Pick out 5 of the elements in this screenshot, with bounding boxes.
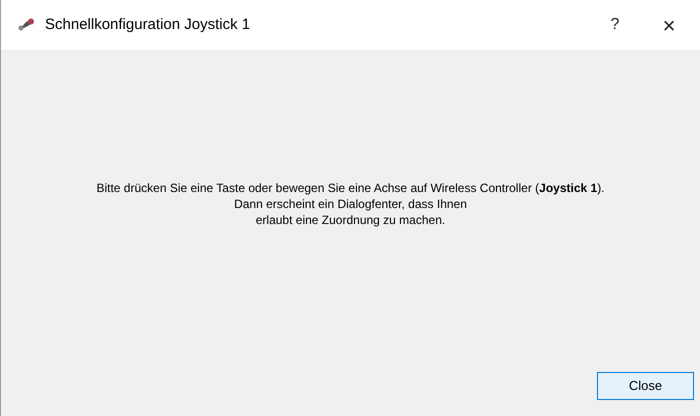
close-button[interactable]: × bbox=[646, 9, 692, 41]
message-text: Bitte drücken Sie eine Taste oder bewegen Sie eine Achse auf Wireless Controller (Joystick 1). Dann erscheint ein Dialogfenter, dass Ihnen erlaubt eine Zuordnung zu machen. bbox=[96, 180, 605, 228]
help-button[interactable]: ? bbox=[592, 9, 638, 41]
window-title: Schnellkonfiguration Joystick 1 bbox=[45, 14, 250, 35]
dialog-button[interactable]: Close bbox=[597, 372, 694, 400]
